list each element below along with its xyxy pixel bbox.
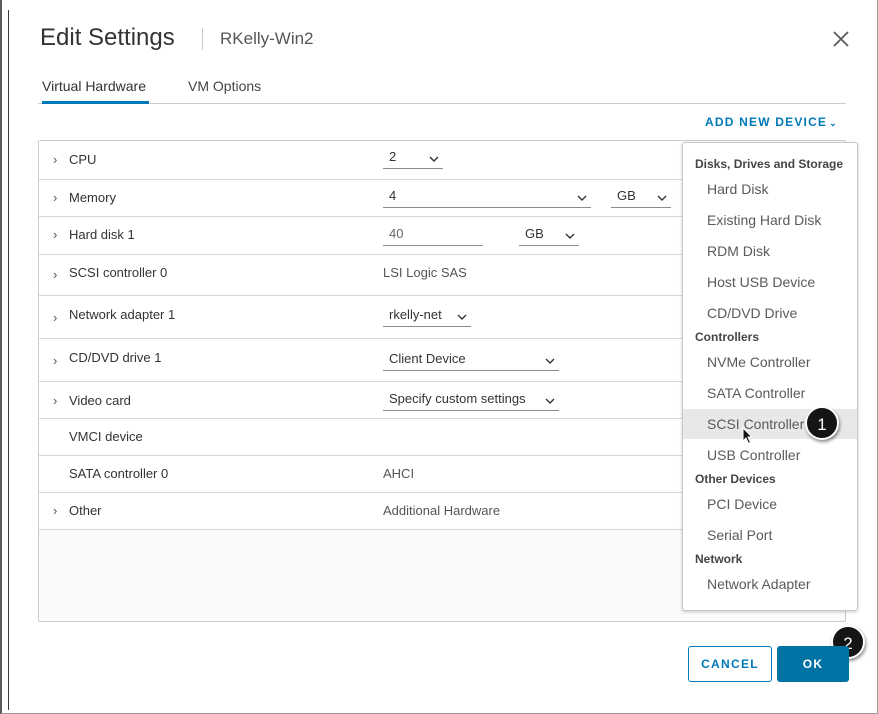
tab-vm-options[interactable]: VM Options [188, 78, 261, 104]
add-new-device-button[interactable]: ADD NEW DEVICE ⌄ [705, 115, 838, 129]
cpu-select[interactable]: 2 [383, 149, 443, 169]
menu-header-network: Network [695, 552, 743, 566]
network-value: rkelly-net [389, 307, 442, 322]
cddvd-select[interactable]: Client Device [383, 351, 559, 371]
cancel-button[interactable]: CANCEL [688, 646, 772, 682]
hard-disk-size: 40 [389, 226, 404, 241]
chevron-down-icon [545, 398, 555, 404]
row-label-video: Video card [69, 393, 131, 408]
ok-button[interactable]: OK [777, 646, 849, 682]
hard-disk-unit: GB [525, 226, 544, 241]
tab-bar: Virtual Hardware VM Options [38, 72, 846, 104]
chevron-down-icon [457, 314, 467, 320]
tab-virtual-hardware[interactable]: Virtual Hardware [42, 78, 150, 104]
row-label-vmci: VMCI device [69, 429, 143, 444]
menu-item-cd-dvd-drive[interactable]: CD/DVD Drive [707, 305, 797, 321]
menu-item-nvme-controller[interactable]: NVMe Controller [707, 354, 810, 370]
add-new-device-label: ADD NEW DEVICE [705, 115, 828, 129]
menu-item-hard-disk[interactable]: Hard Disk [707, 181, 768, 197]
video-value: Specify custom settings [389, 391, 526, 406]
menu-header-other-devices: Other Devices [695, 472, 776, 486]
menu-item-rdm-disk[interactable]: RDM Disk [707, 243, 770, 259]
expand-chevron-icon[interactable]: › [53, 310, 57, 325]
expand-chevron-icon[interactable]: › [53, 190, 57, 205]
row-label-cpu: CPU [69, 152, 97, 167]
memory-unit-select[interactable]: GB [611, 188, 671, 208]
video-select[interactable]: Specify custom settings [383, 391, 559, 411]
vm-name: RKelly-Win2 [220, 29, 314, 48]
menu-item-pci-device[interactable]: PCI Device [707, 496, 777, 512]
memory-unit: GB [617, 188, 636, 203]
edit-settings-dialog: Edit Settings RKelly-Win2 Virtual Hardwa… [0, 0, 878, 714]
row-label-sata: SATA controller 0 [69, 466, 169, 481]
expand-chevron-icon[interactable]: › [53, 353, 57, 368]
callout-badge-1: 1 [805, 406, 839, 440]
row-label-other: Other [69, 503, 102, 518]
scsi-value: LSI Logic SAS [383, 265, 467, 280]
menu-item-serial-port[interactable]: Serial Port [707, 527, 772, 543]
row-label-memory: Memory [69, 190, 116, 205]
expand-chevron-icon[interactable]: › [53, 393, 57, 408]
menu-header-disks: Disks, Drives and Storage [695, 157, 844, 171]
menu-item-scsi-controller[interactable]: SCSI Controller [707, 416, 804, 432]
menu-header-controllers: Controllers [695, 330, 760, 344]
chevron-down-icon [565, 233, 575, 239]
row-label-network: Network adapter 1 [69, 307, 176, 322]
chevron-down-icon [545, 358, 555, 364]
menu-item-existing-hard-disk[interactable]: Existing Hard Disk [707, 212, 821, 228]
title-divider [202, 28, 203, 50]
expand-chevron-icon[interactable]: › [53, 152, 57, 167]
row-label-hard-disk: Hard disk 1 [69, 227, 135, 242]
memory-input[interactable]: 4 [383, 188, 591, 208]
memory-value: 4 [389, 188, 397, 203]
menu-item-network-adapter[interactable]: Network Adapter [707, 576, 811, 592]
row-label-scsi: SCSI controller 0 [69, 265, 168, 280]
window-edge [8, 10, 9, 710]
add-device-menu: Disks, Drives and Storage Hard Disk Exis… [682, 142, 858, 611]
menu-item-sata-controller[interactable]: SATA Controller [707, 385, 805, 401]
hard-disk-unit-select[interactable]: GB [519, 226, 579, 246]
cpu-value: 2 [389, 149, 397, 164]
chevron-down-icon [577, 195, 587, 201]
menu-item-host-usb-device[interactable]: Host USB Device [707, 274, 815, 290]
other-value: Additional Hardware [383, 503, 501, 518]
expand-chevron-icon[interactable]: › [53, 227, 57, 242]
mouse-pointer-icon [742, 426, 754, 450]
expand-chevron-icon[interactable]: › [53, 503, 57, 518]
sata-value: AHCI [383, 466, 415, 481]
chevron-down-icon [429, 156, 439, 162]
dialog-title: Edit Settings [40, 24, 175, 51]
chevron-down-icon [657, 195, 667, 201]
chevron-down-icon: ⌄ [829, 118, 838, 128]
network-select[interactable]: rkelly-net [383, 307, 471, 327]
expand-chevron-icon[interactable]: › [53, 267, 57, 282]
close-icon[interactable] [830, 28, 852, 50]
row-label-cddvd: CD/DVD drive 1 [69, 350, 162, 365]
hard-disk-size-input[interactable]: 40 [383, 226, 483, 246]
cddvd-value: Client Device [389, 351, 466, 366]
